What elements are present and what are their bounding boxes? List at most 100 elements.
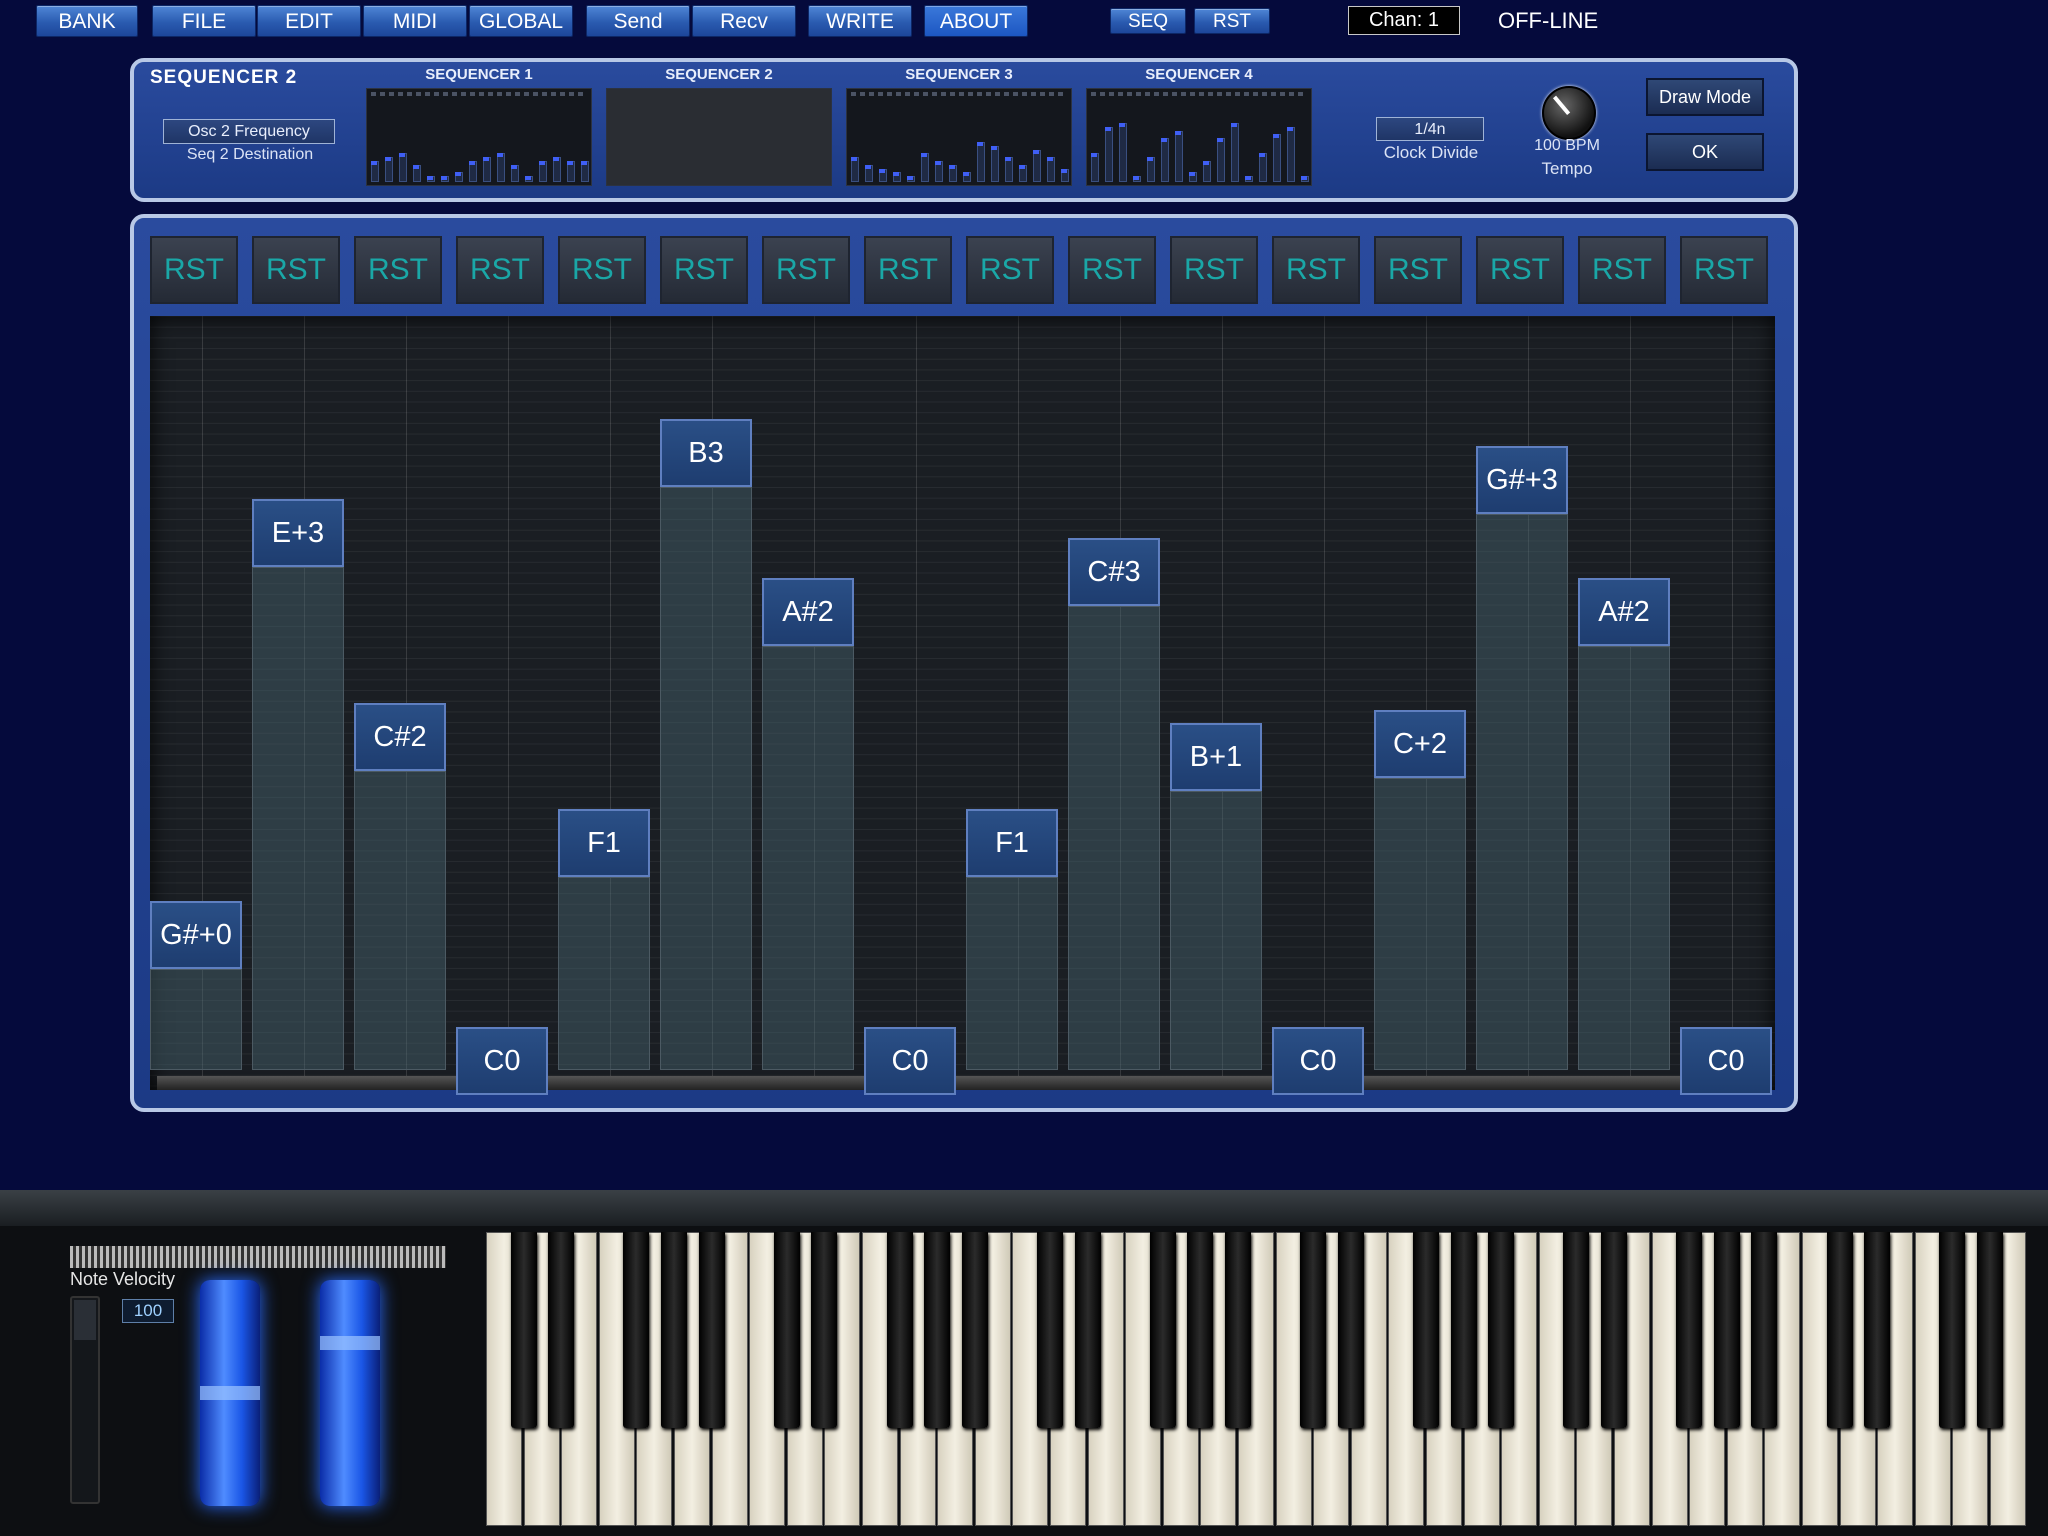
step-bar[interactable] [252, 567, 344, 1070]
pitch-wheel[interactable] [200, 1280, 260, 1506]
piano-black-key[interactable] [1563, 1232, 1590, 1428]
tempo-label: Tempo [1541, 159, 1593, 178]
sequencer-2-preview[interactable] [606, 88, 832, 186]
step-reset-button[interactable]: RST [150, 236, 238, 304]
piano-black-key[interactable] [1074, 1232, 1101, 1428]
piano-black-key[interactable] [1864, 1232, 1891, 1428]
sequencer-1-preview[interactable] [366, 88, 592, 186]
step-reset-button[interactable]: RST [252, 236, 340, 304]
step-note-handle[interactable]: B3 [660, 419, 752, 487]
step-note-handle[interactable]: F1 [966, 809, 1058, 877]
step-bar[interactable] [1374, 778, 1466, 1070]
piano-black-key[interactable] [1149, 1232, 1176, 1428]
step-note-handle[interactable]: C0 [1272, 1027, 1364, 1095]
piano-black-key[interactable] [886, 1232, 913, 1428]
step-note-handle[interactable]: C+2 [1374, 710, 1466, 778]
step-reset-button[interactable]: RST [1068, 236, 1156, 304]
step-note-handle[interactable]: G#+0 [150, 901, 242, 969]
step-reset-button[interactable]: RST [762, 236, 850, 304]
step-reset-button[interactable]: RST [1578, 236, 1666, 304]
step-reset-button[interactable]: RST [354, 236, 442, 304]
piano-black-key[interactable] [773, 1232, 800, 1428]
bank-button[interactable]: BANK [36, 5, 138, 37]
step-note-handle[interactable]: A#2 [762, 578, 854, 646]
edit-button[interactable]: EDIT [257, 5, 361, 37]
step-note-handle[interactable]: G#+3 [1476, 446, 1568, 514]
step-reset-button[interactable]: RST [864, 236, 952, 304]
piano-black-key[interactable] [1601, 1232, 1627, 1428]
sequencer-3-preview[interactable] [846, 88, 1072, 186]
piano-black-key[interactable] [1187, 1232, 1214, 1428]
step-bar[interactable] [1578, 646, 1670, 1070]
velocity-value[interactable]: 100 [122, 1299, 174, 1323]
seq-button[interactable]: SEQ [1110, 8, 1186, 34]
step-reset-button[interactable]: RST [1374, 236, 1462, 304]
velocity-slider[interactable] [70, 1296, 100, 1504]
piano-black-key[interactable] [811, 1232, 838, 1428]
piano-black-key[interactable] [961, 1232, 988, 1428]
step-note-handle[interactable]: B+1 [1170, 723, 1262, 791]
step-reset-button[interactable]: RST [1680, 236, 1768, 304]
about-button[interactable]: ABOUT [924, 5, 1028, 37]
sequencer-4-preview[interactable] [1086, 88, 1312, 186]
piano-black-key[interactable] [1713, 1232, 1740, 1428]
piano-black-key[interactable] [510, 1232, 537, 1428]
tempo-knob[interactable] [1542, 86, 1596, 140]
clock-divide-select[interactable]: 1/4n [1376, 117, 1484, 141]
step-reset-button[interactable]: RST [1476, 236, 1564, 304]
step-note-handle[interactable]: F1 [558, 809, 650, 877]
step-bar[interactable] [354, 771, 446, 1070]
step-bar[interactable] [1476, 514, 1568, 1070]
piano-black-key[interactable] [1337, 1232, 1364, 1428]
piano-black-key[interactable] [1939, 1232, 1966, 1428]
piano-black-key[interactable] [698, 1232, 725, 1428]
piano-black-key[interactable] [1488, 1232, 1515, 1428]
ok-button[interactable]: OK [1646, 133, 1764, 171]
step-note-handle[interactable]: C0 [864, 1027, 956, 1095]
piano-black-key[interactable] [1751, 1232, 1778, 1428]
rst-button[interactable]: RST [1194, 8, 1270, 34]
step-bar[interactable] [558, 877, 650, 1070]
step-bar[interactable] [966, 877, 1058, 1070]
piano-black-key[interactable] [1826, 1232, 1853, 1428]
piano-black-key[interactable] [1413, 1232, 1439, 1428]
piano-black-key[interactable] [1037, 1232, 1063, 1428]
destination-select[interactable]: Osc 2 Frequency [163, 119, 335, 144]
global-button[interactable]: GLOBAL [469, 5, 573, 37]
step-reset-button[interactable]: RST [1170, 236, 1258, 304]
step-bar[interactable] [1170, 791, 1262, 1070]
step-reset-button[interactable]: RST [660, 236, 748, 304]
step-reset-button[interactable]: RST [558, 236, 646, 304]
step-reset-button[interactable]: RST [456, 236, 544, 304]
step-bar[interactable] [660, 487, 752, 1070]
step-note-handle[interactable]: C#3 [1068, 538, 1160, 606]
step-note-handle[interactable]: E+3 [252, 499, 344, 567]
piano-black-key[interactable] [661, 1232, 687, 1428]
step-reset-button[interactable]: RST [966, 236, 1054, 304]
recv-button[interactable]: Recv [692, 5, 796, 37]
file-button[interactable]: FILE [152, 5, 256, 37]
step-note-handle[interactable]: C0 [1680, 1027, 1772, 1095]
step-note-handle[interactable]: A#2 [1578, 578, 1670, 646]
step-reset-button[interactable]: RST [1272, 236, 1360, 304]
piano-black-key[interactable] [548, 1232, 575, 1428]
step-bar[interactable] [762, 646, 854, 1070]
piano-black-key[interactable] [1225, 1232, 1251, 1428]
piano-black-key[interactable] [1977, 1232, 2003, 1428]
send-button[interactable]: Send [586, 5, 690, 37]
piano-black-key[interactable] [1300, 1232, 1327, 1428]
write-button[interactable]: WRITE [808, 5, 912, 37]
piano-black-key[interactable] [1676, 1232, 1703, 1428]
draw-mode-button[interactable]: Draw Mode [1646, 78, 1764, 116]
piano-black-key[interactable] [623, 1232, 650, 1428]
step-bar[interactable] [150, 969, 242, 1070]
mod-wheel[interactable] [320, 1280, 380, 1506]
step-note-handle[interactable]: C#2 [354, 703, 446, 771]
channel-display[interactable]: Chan: 1 [1348, 6, 1460, 35]
step-bar[interactable] [1068, 606, 1160, 1070]
piano-black-key[interactable] [1450, 1232, 1477, 1428]
keyboard-range-ruler[interactable] [70, 1246, 446, 1268]
midi-button[interactable]: MIDI [363, 5, 467, 37]
piano-black-key[interactable] [924, 1232, 951, 1428]
step-note-handle[interactable]: C0 [456, 1027, 548, 1095]
